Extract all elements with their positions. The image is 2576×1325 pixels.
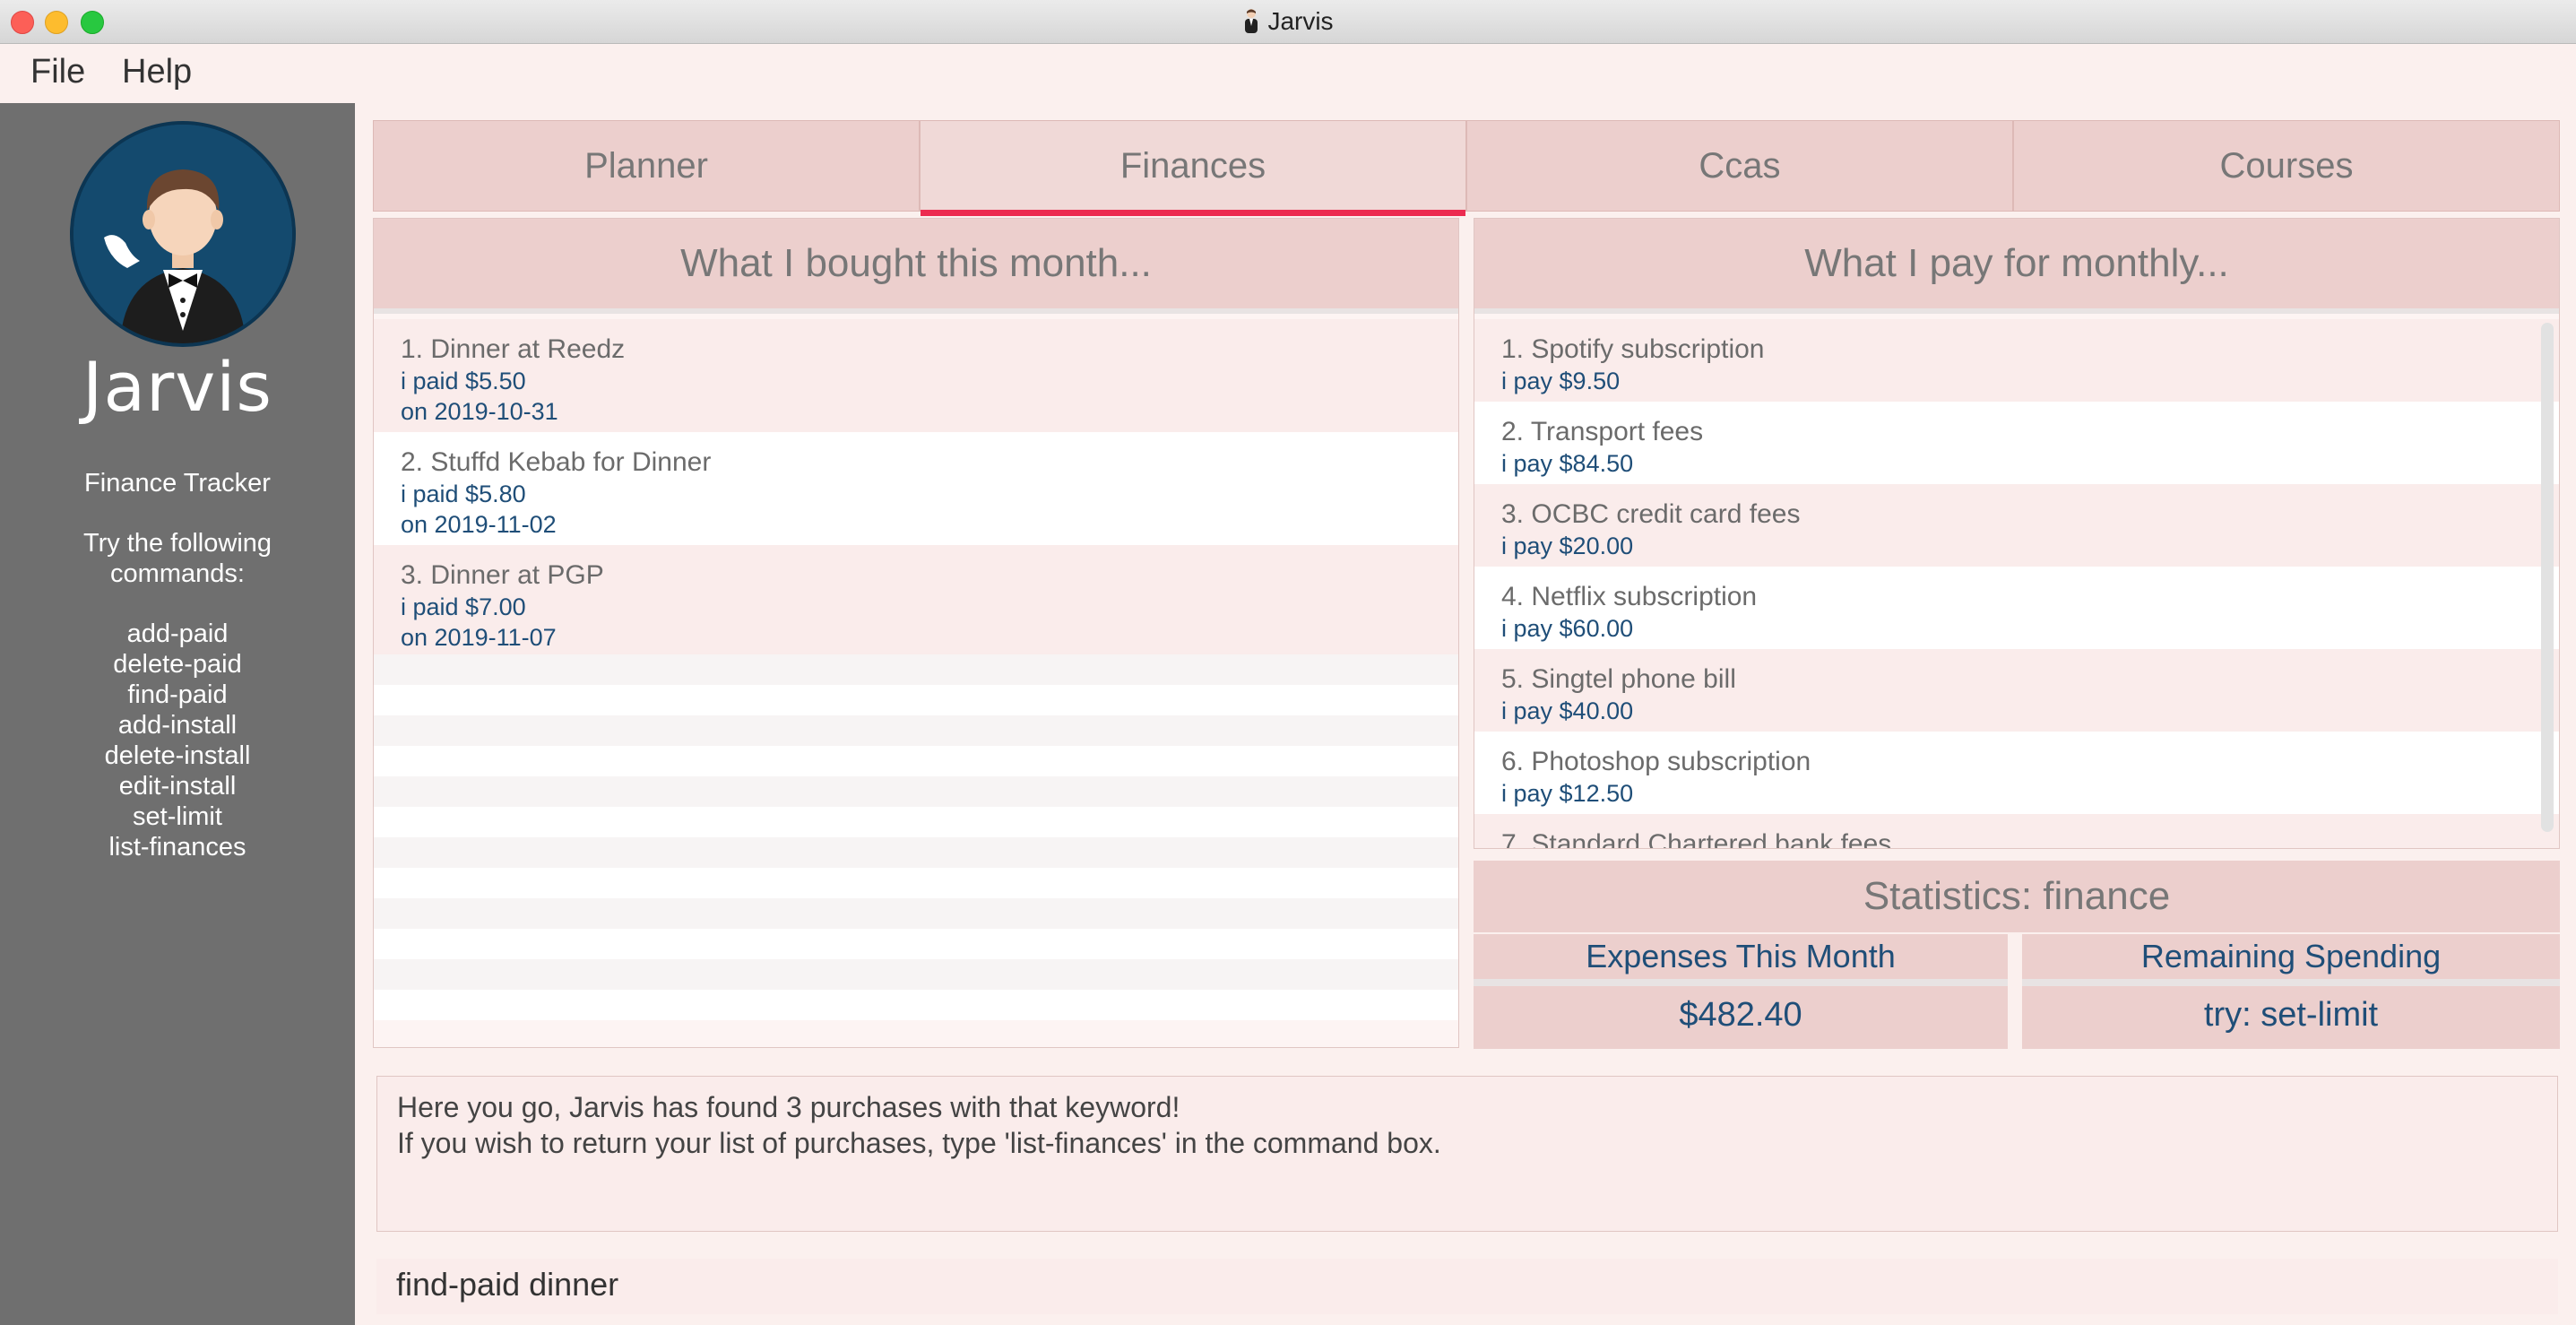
command-delete-paid: delete-paid bbox=[113, 650, 242, 679]
purchase-date: on 2019-11-07 bbox=[401, 624, 557, 651]
tab-bar: Planner Finances Ccas Courses bbox=[373, 120, 2560, 216]
purchase-amount: i paid $5.50 bbox=[401, 368, 526, 394]
installment-title: 7. Standard Chartered bank fees bbox=[1501, 829, 1892, 849]
sidebar: Jarvis Finance Tracker Try the following… bbox=[0, 103, 355, 1325]
installment-title: 5. Singtel phone bill bbox=[1501, 664, 1736, 694]
window-title: Jarvis bbox=[0, 7, 2576, 39]
expenses-label: Expenses This Month bbox=[1474, 934, 2008, 986]
remaining-stat: Remaining Spending try: set-limit bbox=[2022, 934, 2560, 1049]
statistics-header: Statistics: finance bbox=[1474, 861, 2560, 932]
tab-ccas[interactable]: Ccas bbox=[1466, 120, 2013, 212]
expenses-value: $482.40 bbox=[1679, 995, 1802, 1034]
purchases-panel: What I bought this month... 1. Dinner at… bbox=[373, 218, 1459, 1048]
command-add-paid: add-paid bbox=[126, 619, 229, 648]
installment-amount: i pay $84.50 bbox=[1501, 450, 1634, 477]
purchase-date: on 2019-11-02 bbox=[401, 511, 557, 538]
installment-amount: i pay $12.50 bbox=[1501, 780, 1634, 807]
installment-title: 6. Photoshop subscription bbox=[1501, 747, 1811, 776]
command-list-finances: list-finances bbox=[108, 833, 246, 862]
command-set-limit: set-limit bbox=[133, 802, 222, 831]
command-delete-install: delete-install bbox=[104, 741, 251, 770]
tab-planner[interactable]: Planner bbox=[373, 120, 920, 212]
purchases-header: What I bought this month... bbox=[374, 219, 1458, 314]
app-name: Jarvis bbox=[82, 347, 272, 427]
command-add-install: add-install bbox=[117, 711, 238, 740]
installment-item[interactable]: 7. Standard Chartered bank fees bbox=[1474, 814, 2559, 849]
installment-item[interactable]: 5. Singtel phone bill i pay $40.00 bbox=[1474, 649, 2559, 732]
installments-panel: What I pay for monthly... 1. Spotify sub… bbox=[1474, 218, 2560, 849]
tab-courses[interactable]: Courses bbox=[2013, 120, 2560, 212]
purchase-date: on 2019-10-31 bbox=[401, 398, 558, 425]
section-title: Finance Tracker bbox=[84, 469, 271, 498]
installment-title: 3. OCBC credit card fees bbox=[1501, 499, 1801, 529]
title-bar: Jarvis bbox=[0, 0, 2576, 44]
remaining-value: try: set-limit bbox=[2203, 995, 2379, 1034]
menu-bar: File Help bbox=[0, 44, 2576, 103]
purchase-amount: i paid $5.80 bbox=[401, 481, 526, 507]
installment-amount: i pay $9.50 bbox=[1501, 368, 1621, 394]
command-input[interactable]: find-paid dinner bbox=[376, 1259, 2558, 1314]
expenses-stat: Expenses This Month $482.40 bbox=[1474, 934, 2008, 1049]
installment-amount: i pay $40.00 bbox=[1501, 697, 1634, 724]
main-area: Planner Finances Ccas Courses What I bou… bbox=[373, 120, 2560, 1049]
butler-icon bbox=[1242, 8, 1260, 39]
purchase-title: 3. Dinner at PGP bbox=[401, 560, 604, 590]
result-line-1: Here you go, Jarvis has found 3 purchase… bbox=[397, 1091, 1180, 1123]
installment-title: 1. Spotify subscription bbox=[1501, 334, 1765, 364]
command-find-paid: find-paid bbox=[127, 680, 228, 709]
window-title-text: Jarvis bbox=[1267, 7, 1334, 35]
tab-finances[interactable]: Finances bbox=[920, 120, 1466, 216]
installment-item[interactable]: 2. Transport fees i pay $84.50 bbox=[1474, 402, 2559, 484]
installments-scrollbar[interactable] bbox=[2541, 323, 2554, 832]
menu-help[interactable]: Help bbox=[122, 53, 192, 91]
purchase-item[interactable]: 3. Dinner at PGP i paid $7.00 on 2019-11… bbox=[374, 545, 1458, 658]
purchase-amount: i paid $7.00 bbox=[401, 593, 526, 620]
result-line-2: If you wish to return your list of purch… bbox=[397, 1127, 1441, 1159]
installments-header: What I pay for monthly... bbox=[1474, 219, 2559, 314]
purchase-item[interactable]: 1. Dinner at Reedz i paid $5.50 on 2019-… bbox=[374, 319, 1458, 432]
command-input-value: find-paid dinner bbox=[396, 1266, 619, 1303]
installment-item[interactable]: 3. OCBC credit card fees i pay $20.00 bbox=[1474, 484, 2559, 567]
commands-hint: Try the following commands: bbox=[82, 529, 272, 588]
installment-item[interactable]: 4. Netflix subscription i pay $60.00 bbox=[1474, 567, 2559, 649]
installment-item[interactable]: 6. Photoshop subscription i pay $12.50 bbox=[1474, 732, 2559, 814]
installment-amount: i pay $20.00 bbox=[1501, 533, 1634, 559]
installment-title: 2. Transport fees bbox=[1501, 417, 1704, 446]
empty-list-rows bbox=[374, 654, 1458, 1047]
purchase-item[interactable]: 2. Stuffd Kebab for Dinner i paid $5.80 … bbox=[374, 432, 1458, 545]
command-list: add-paid delete-paid find-paid add-insta… bbox=[0, 619, 355, 862]
butler-avatar-icon bbox=[70, 121, 296, 347]
installment-item[interactable]: 1. Spotify subscription i pay $9.50 bbox=[1474, 319, 2559, 402]
purchase-title: 2. Stuffd Kebab for Dinner bbox=[401, 447, 712, 477]
purchase-title: 1. Dinner at Reedz bbox=[401, 334, 626, 364]
command-edit-install: edit-install bbox=[118, 772, 237, 801]
result-display[interactable]: Here you go, Jarvis has found 3 purchase… bbox=[376, 1076, 2558, 1232]
remaining-label: Remaining Spending bbox=[2022, 934, 2560, 986]
installment-title: 4. Netflix subscription bbox=[1501, 582, 1758, 611]
installment-amount: i pay $60.00 bbox=[1501, 615, 1634, 642]
menu-file[interactable]: File bbox=[30, 53, 85, 91]
